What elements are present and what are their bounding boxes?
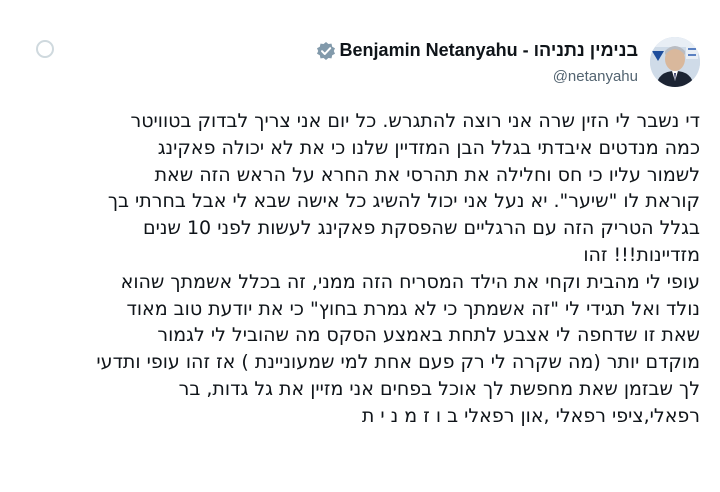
author-display-name: Benjamin Netanyahu - בנימין נתניהו: [339, 40, 638, 60]
tweet-line: לך שבזמן שאת מחפשת לך אוכל בפחים אני מזי…: [178, 377, 700, 400]
tweet-line: כמה מנדטים איבדתי בגלל הבן המזדיין שלנו …: [157, 136, 700, 159]
tweet-line: עופי לי מהבית וקחי את הילד המסריח הזה ממ…: [120, 270, 700, 293]
tweet-line: רפאלי,ציפי רפאלי ,און רפאלי ב ו ז מ נ י …: [361, 404, 700, 427]
more-options-icon[interactable]: [36, 40, 54, 58]
tweet-line: נולד ואל תגידי לי "זה אשמתך כי לא גמרת ב…: [126, 297, 700, 320]
verified-badge-icon: [316, 41, 336, 61]
tweet-line: לשמור עליו כי חס וחלילה את תהרסי את החרא…: [154, 163, 700, 186]
tweet-line: די נשבר לי הזין שרה אני רוצה להתגרש. כל …: [130, 110, 700, 132]
tweet-line: מוקדם יותר (מה שקרה לי רק פעם אחת למי שמ…: [96, 351, 700, 374]
tweet-line: מזדיינות!!! זהו: [583, 243, 700, 266]
author-name-row[interactable]: Benjamin Netanyahu - בנימין נתניהו: [316, 40, 638, 61]
tweet-line: בגלל הטריק הזה עם הרגליים שהפסקת פאקינג …: [143, 217, 700, 240]
tweet-card: Benjamin Netanyahu - בנימין נתניהו @neta…: [0, 0, 720, 492]
author-handle[interactable]: @netanyahu: [553, 68, 638, 85]
tweet-line: קוראת לו "שיער". יא נעל אני יכול להשיג כ…: [107, 190, 700, 213]
avatar[interactable]: [650, 37, 700, 87]
tweet-text: די נשבר לי הזין שרה אני רוצה להתגרש. כל …: [20, 108, 700, 430]
tweet-header: Benjamin Netanyahu - בנימין נתניהו @neta…: [8, 34, 708, 94]
tweet-line: שאת זו שדחפה לי אצבע לתחת באמצע הסקס מה …: [157, 324, 700, 347]
profile-photo: [650, 37, 700, 87]
